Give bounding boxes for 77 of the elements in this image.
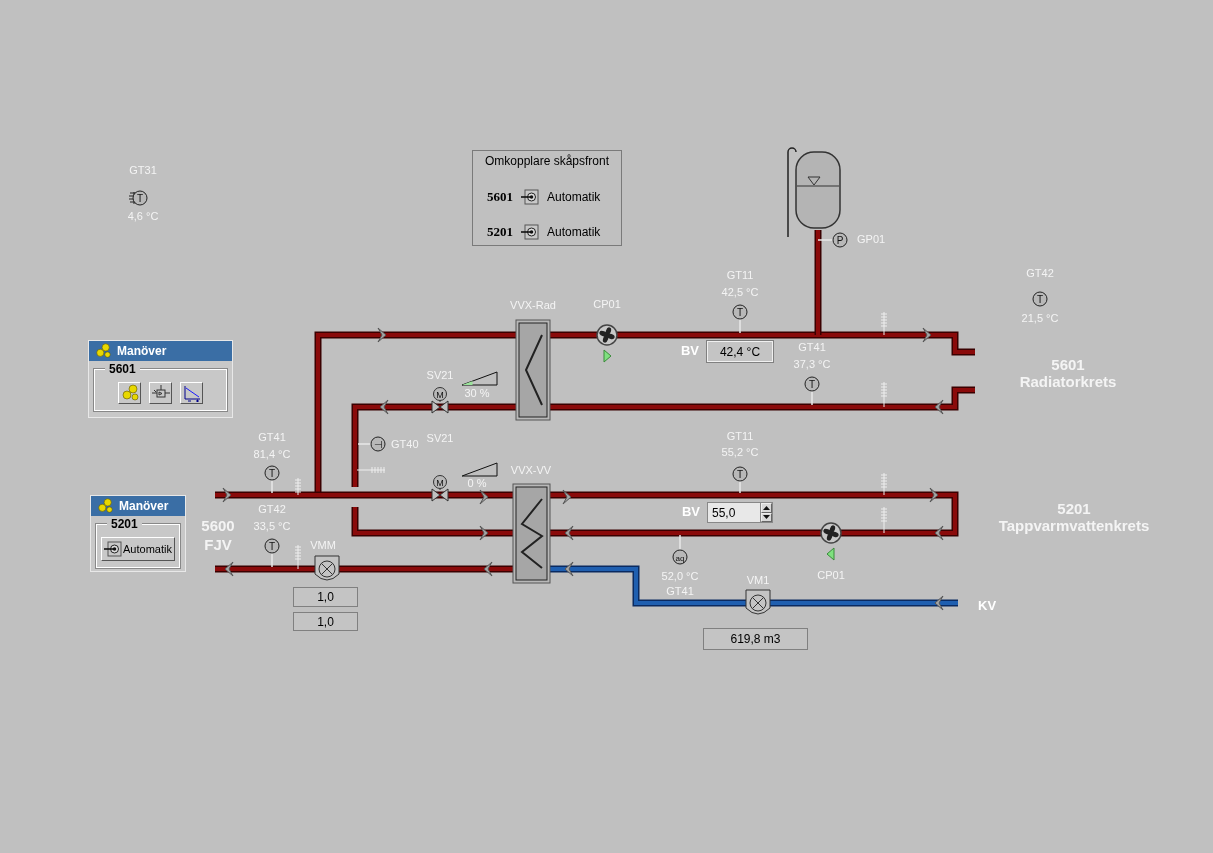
sensor-symbol: P (836, 234, 844, 246)
meter-value: 1,0 (293, 587, 358, 607)
flow-arrow-icon (479, 489, 489, 505)
mode-button[interactable]: Automatik (101, 537, 175, 561)
direction-triangle-icon (603, 349, 612, 363)
sensor-symbol: T (736, 468, 744, 480)
flow-arrow-icon (934, 399, 944, 415)
gears-icon (95, 497, 115, 515)
sensor-icon[interactable]: T (732, 304, 748, 320)
thermowell-icon (880, 506, 888, 534)
sensor-symbol: T (1036, 293, 1044, 305)
flow-arrow-icon (934, 595, 944, 611)
sensor-icon[interactable]: T (264, 538, 280, 554)
circuit-name: KV (978, 599, 997, 613)
circuit-number: 5201 (487, 224, 513, 240)
valve-position-gauge (461, 462, 498, 477)
flow-arrow-icon (934, 525, 944, 541)
switch-icon (521, 224, 539, 240)
flow-meter-icon[interactable] (314, 555, 340, 581)
flow-arrow-icon (564, 525, 574, 541)
sensor-icon[interactable]: P (832, 232, 848, 248)
sensor-symbol: T (268, 467, 276, 479)
controller-button[interactable] (149, 382, 172, 404)
pump-icon[interactable] (596, 324, 618, 346)
flow-meter-icon[interactable] (745, 589, 771, 615)
sensor-symbol: T (736, 306, 744, 318)
meter-value: 1,0 (293, 612, 358, 631)
valve-symbol: M (436, 389, 444, 400)
thermowell-icon (356, 466, 386, 474)
panel-title: Omkopplare skåpsfront (483, 154, 611, 168)
flow-arrow-icon (922, 327, 932, 343)
panel-title: Manöver (117, 344, 167, 358)
thermowell-icon (880, 311, 888, 336)
gears-icon (119, 383, 140, 403)
thermowell-icon (880, 472, 888, 496)
sensor-icon[interactable]: T (1032, 291, 1048, 307)
sensor-symbol: T (136, 192, 144, 204)
sensor-icon[interactable]: aq (672, 549, 688, 565)
flow-arrow-icon (562, 489, 572, 505)
gears-icon (93, 342, 113, 360)
flow-arrow-icon (929, 487, 939, 503)
group-label: 5201 (107, 517, 142, 531)
switch-icon (521, 189, 539, 205)
setpoint-spinner[interactable]: 55,0 (707, 502, 773, 523)
circuit-number: 5601 (487, 189, 513, 205)
flow-arrow-icon (479, 525, 489, 541)
group-label: 5601 (105, 362, 140, 376)
panel-title: Manöver (119, 499, 169, 513)
thermowell-icon (294, 477, 302, 496)
sensor-icon[interactable]: T (732, 466, 748, 482)
direction-triangle-icon (826, 547, 835, 561)
sensor-symbol: aq (675, 553, 685, 563)
flow-arrow-icon (222, 487, 232, 503)
sensor-symbol: T (808, 378, 816, 390)
mode-label: Automatik (547, 190, 601, 204)
flow-arrow-icon (224, 561, 234, 577)
gears-button[interactable] (118, 382, 141, 404)
curve-button[interactable] (180, 382, 203, 404)
flow-arrow-icon (483, 561, 493, 577)
curve-icon (181, 384, 202, 402)
thermowell-icon (880, 381, 888, 408)
switch-icon (104, 541, 123, 557)
valve-position-gauge (461, 371, 498, 386)
flow-arrow-icon (379, 399, 389, 415)
pump-icon[interactable] (820, 522, 842, 544)
setpoint-value: 42,4 °C (707, 341, 773, 362)
sensor-symbol: T (268, 540, 276, 552)
flow-arrow-icon (377, 327, 387, 343)
valve-symbol: M (436, 477, 444, 488)
flow-arrow-icon (564, 561, 574, 577)
setpoint-label: BV (680, 344, 700, 358)
sensor-icon[interactable]: T (804, 376, 820, 392)
sensor-icon[interactable]: T (264, 465, 280, 481)
mode-label: Automatik (547, 225, 601, 239)
meter-value: 619,8 m3 (703, 628, 808, 650)
thermowell-icon (294, 544, 302, 570)
setpoint-label: BV (681, 505, 701, 519)
